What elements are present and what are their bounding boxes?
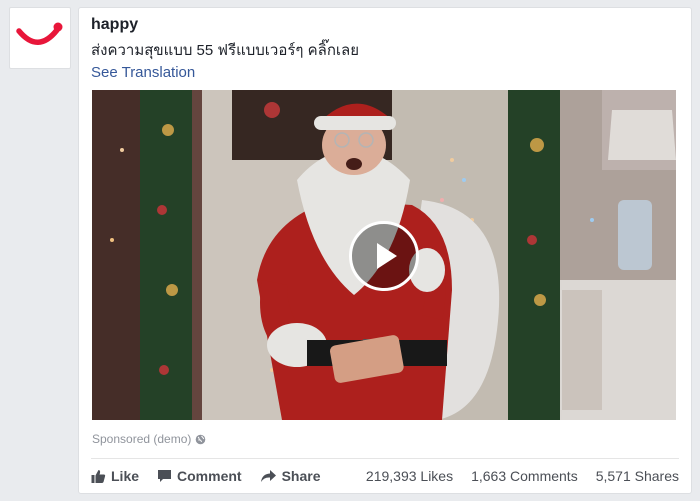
post-text: ส่งความสุขแบบ 55 ฟรีแบบเวอร์ๆ คลิ๊กเลย — [91, 42, 360, 59]
like-label: Like — [111, 468, 140, 484]
share-arrow-icon — [260, 470, 276, 482]
play-icon — [377, 243, 397, 269]
sponsored-text[interactable]: Sponsored (demo) — [92, 432, 191, 446]
share-button[interactable]: Share — [260, 468, 321, 484]
page-name-link[interactable]: happy — [91, 16, 138, 34]
video-player[interactable] — [92, 90, 676, 420]
post-card: happy ส่งความสุขแบบ 55 ฟรีแบบเวอร์ๆ คลิ๊… — [78, 7, 692, 494]
sponsored-label: Sponsored (demo) — [92, 432, 206, 446]
comments-count[interactable]: 1,663 Comments — [471, 468, 578, 484]
likes-count[interactable]: 219,393 Likes — [366, 468, 453, 484]
play-button[interactable] — [349, 221, 419, 291]
comment-icon — [158, 470, 172, 482]
globe-icon — [196, 434, 206, 444]
thumbs-up-icon — [91, 469, 106, 483]
post-actions: Like Comment Share — [91, 468, 321, 484]
like-button[interactable]: Like — [91, 468, 139, 484]
actions-divider — [91, 458, 679, 459]
share-label: Share — [281, 468, 321, 484]
page-avatar[interactable] — [9, 7, 71, 69]
see-translation-link[interactable]: See Translation — [91, 64, 195, 81]
post-stats: 219,393 Likes 1,663 Comments 5,571 Share… — [366, 468, 679, 484]
comment-label: Comment — [177, 468, 242, 484]
shares-count[interactable]: 5,571 Shares — [596, 468, 679, 484]
smile-logo-icon — [16, 22, 63, 45]
comment-button[interactable]: Comment — [157, 468, 242, 484]
